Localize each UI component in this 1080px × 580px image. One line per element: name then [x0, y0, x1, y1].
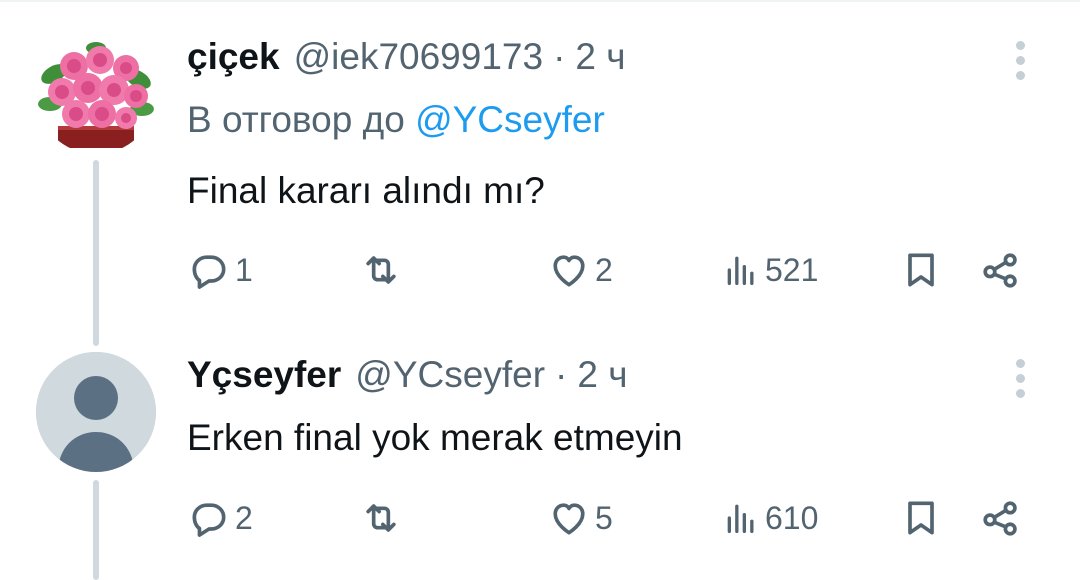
reply-button[interactable]: 1	[187, 245, 253, 295]
separator-dot: ·	[553, 36, 566, 77]
share-button[interactable]	[977, 493, 1025, 543]
reply-context: В отговор до @YCseyfer	[187, 98, 605, 142]
display-name[interactable]: Yçseyfer	[187, 353, 341, 397]
views-button[interactable]: 610	[721, 493, 818, 543]
views-icon	[727, 256, 754, 285]
rose-bouquet-avatar-image	[36, 34, 156, 154]
tweet-header: Yçseyfer @YCseyfer · 2 ч	[187, 353, 627, 397]
share-button[interactable]	[977, 245, 1025, 295]
like-button[interactable]: 5	[547, 493, 613, 543]
timestamp[interactable]: 2 ч	[577, 353, 627, 397]
reply-mention-link[interactable]: @YCseyfer	[415, 99, 605, 140]
reply-count: 2	[235, 499, 253, 536]
like-count: 2	[595, 251, 613, 288]
views-count: 610	[765, 499, 819, 536]
bookmark-icon	[908, 253, 934, 287]
default-profile-avatar-image	[36, 352, 156, 472]
user-handle[interactable]: @iek70699173	[294, 35, 543, 79]
action-bar: 1 2 521	[187, 245, 1047, 295]
share-icon	[983, 253, 1017, 288]
thread-connector-line	[93, 160, 99, 346]
reply-prefix: В отговор до	[187, 99, 405, 140]
like-icon	[553, 255, 585, 287]
more-icon[interactable]	[1000, 38, 1040, 82]
display-name[interactable]: çiçek	[187, 35, 280, 79]
thread-connector-line	[93, 480, 99, 580]
reply-icon	[192, 503, 226, 537]
avatar[interactable]	[36, 34, 156, 154]
retweet-icon	[366, 256, 396, 284]
bookmark-button[interactable]	[899, 493, 943, 543]
action-bar: 2 5 610	[187, 493, 1047, 543]
timestamp[interactable]: 2 ч	[575, 35, 625, 79]
tweet-text: Erken final yok merak etmeyin	[187, 417, 683, 458]
tweet-header: çiçek @iek70699173 · 2 ч	[187, 35, 626, 79]
views-count: 521	[765, 251, 819, 288]
user-handle[interactable]: @YCseyfer	[355, 353, 545, 397]
reply-count: 1	[235, 251, 253, 288]
bookmark-button[interactable]	[899, 245, 943, 295]
avatar[interactable]	[36, 352, 156, 472]
more-icon[interactable]	[1000, 356, 1040, 400]
views-button[interactable]: 521	[721, 245, 818, 295]
retweet-icon	[366, 504, 396, 532]
reply-button[interactable]: 2	[187, 493, 253, 543]
retweet-button[interactable]	[359, 245, 407, 295]
reply-icon	[192, 255, 226, 289]
bookmark-icon	[908, 501, 934, 535]
share-icon	[983, 501, 1017, 536]
retweet-button[interactable]	[359, 493, 407, 543]
tweet-item[interactable]: Yçseyfer @YCseyfer · 2 ч Erken final yok…	[0, 330, 1080, 580]
tweet-text: Final kararı alındı mı?	[187, 170, 545, 211]
like-count: 5	[595, 499, 613, 536]
like-icon	[553, 503, 585, 535]
tweet-item[interactable]: çiçek @iek70699173 · 2 ч В отговор до @Y…	[0, 0, 1080, 346]
like-button[interactable]: 2	[547, 245, 613, 295]
views-icon	[727, 504, 754, 533]
separator-dot: ·	[555, 354, 568, 395]
